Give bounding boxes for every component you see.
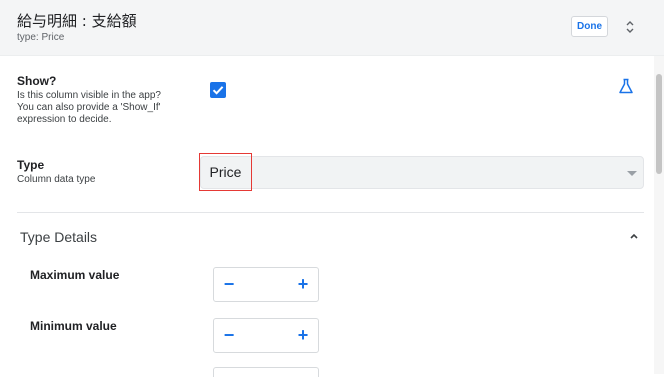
- type-details-title[interactable]: Type Details: [20, 229, 97, 245]
- done-button[interactable]: Done: [571, 16, 608, 37]
- type-help: Column data type: [17, 174, 96, 185]
- maximum-value-label: Maximum value: [30, 268, 120, 282]
- chevron-up-icon[interactable]: [628, 231, 640, 241]
- show-help-line3: expression to decide.: [17, 114, 112, 125]
- type-label: Type: [17, 158, 45, 172]
- type-select[interactable]: [200, 156, 644, 189]
- column-title: 給与明細 : 支給額: [17, 12, 137, 30]
- show-label: Show?: [17, 74, 57, 88]
- subtitle-value: Price: [41, 32, 65, 43]
- max-increment-button[interactable]: +: [288, 268, 318, 301]
- dropdown-caret-icon[interactable]: [627, 171, 637, 176]
- divider: [17, 212, 644, 213]
- column-type-subtitle: type: Price: [17, 32, 64, 43]
- scrollbar-thumb[interactable]: [656, 74, 662, 174]
- column-editor-header: 給与明細 : 支給額 type: Price Done: [0, 0, 664, 56]
- show-help-line1: Is this column visible in the app?: [17, 90, 161, 101]
- maximum-value-stepper[interactable]: − +: [213, 267, 319, 302]
- show-checkbox[interactable]: [210, 82, 226, 98]
- max-value-input[interactable]: [244, 268, 288, 301]
- flask-icon[interactable]: [618, 78, 634, 94]
- min-decrement-button[interactable]: −: [214, 319, 244, 352]
- minimum-value-label: Minimum value: [30, 319, 117, 333]
- check-icon: [212, 86, 224, 95]
- min-increment-button[interactable]: +: [288, 319, 318, 352]
- subtitle-prefix: type:: [17, 32, 39, 43]
- minimum-value-stepper[interactable]: − +: [213, 318, 319, 353]
- sort-icon[interactable]: [624, 18, 636, 36]
- type-select-value[interactable]: Price: [199, 153, 252, 191]
- next-field-stepper[interactable]: [213, 367, 319, 377]
- max-decrement-button[interactable]: −: [214, 268, 244, 301]
- show-help-line2: You can also provide a 'Show_If': [17, 102, 161, 113]
- min-value-input[interactable]: [244, 319, 288, 352]
